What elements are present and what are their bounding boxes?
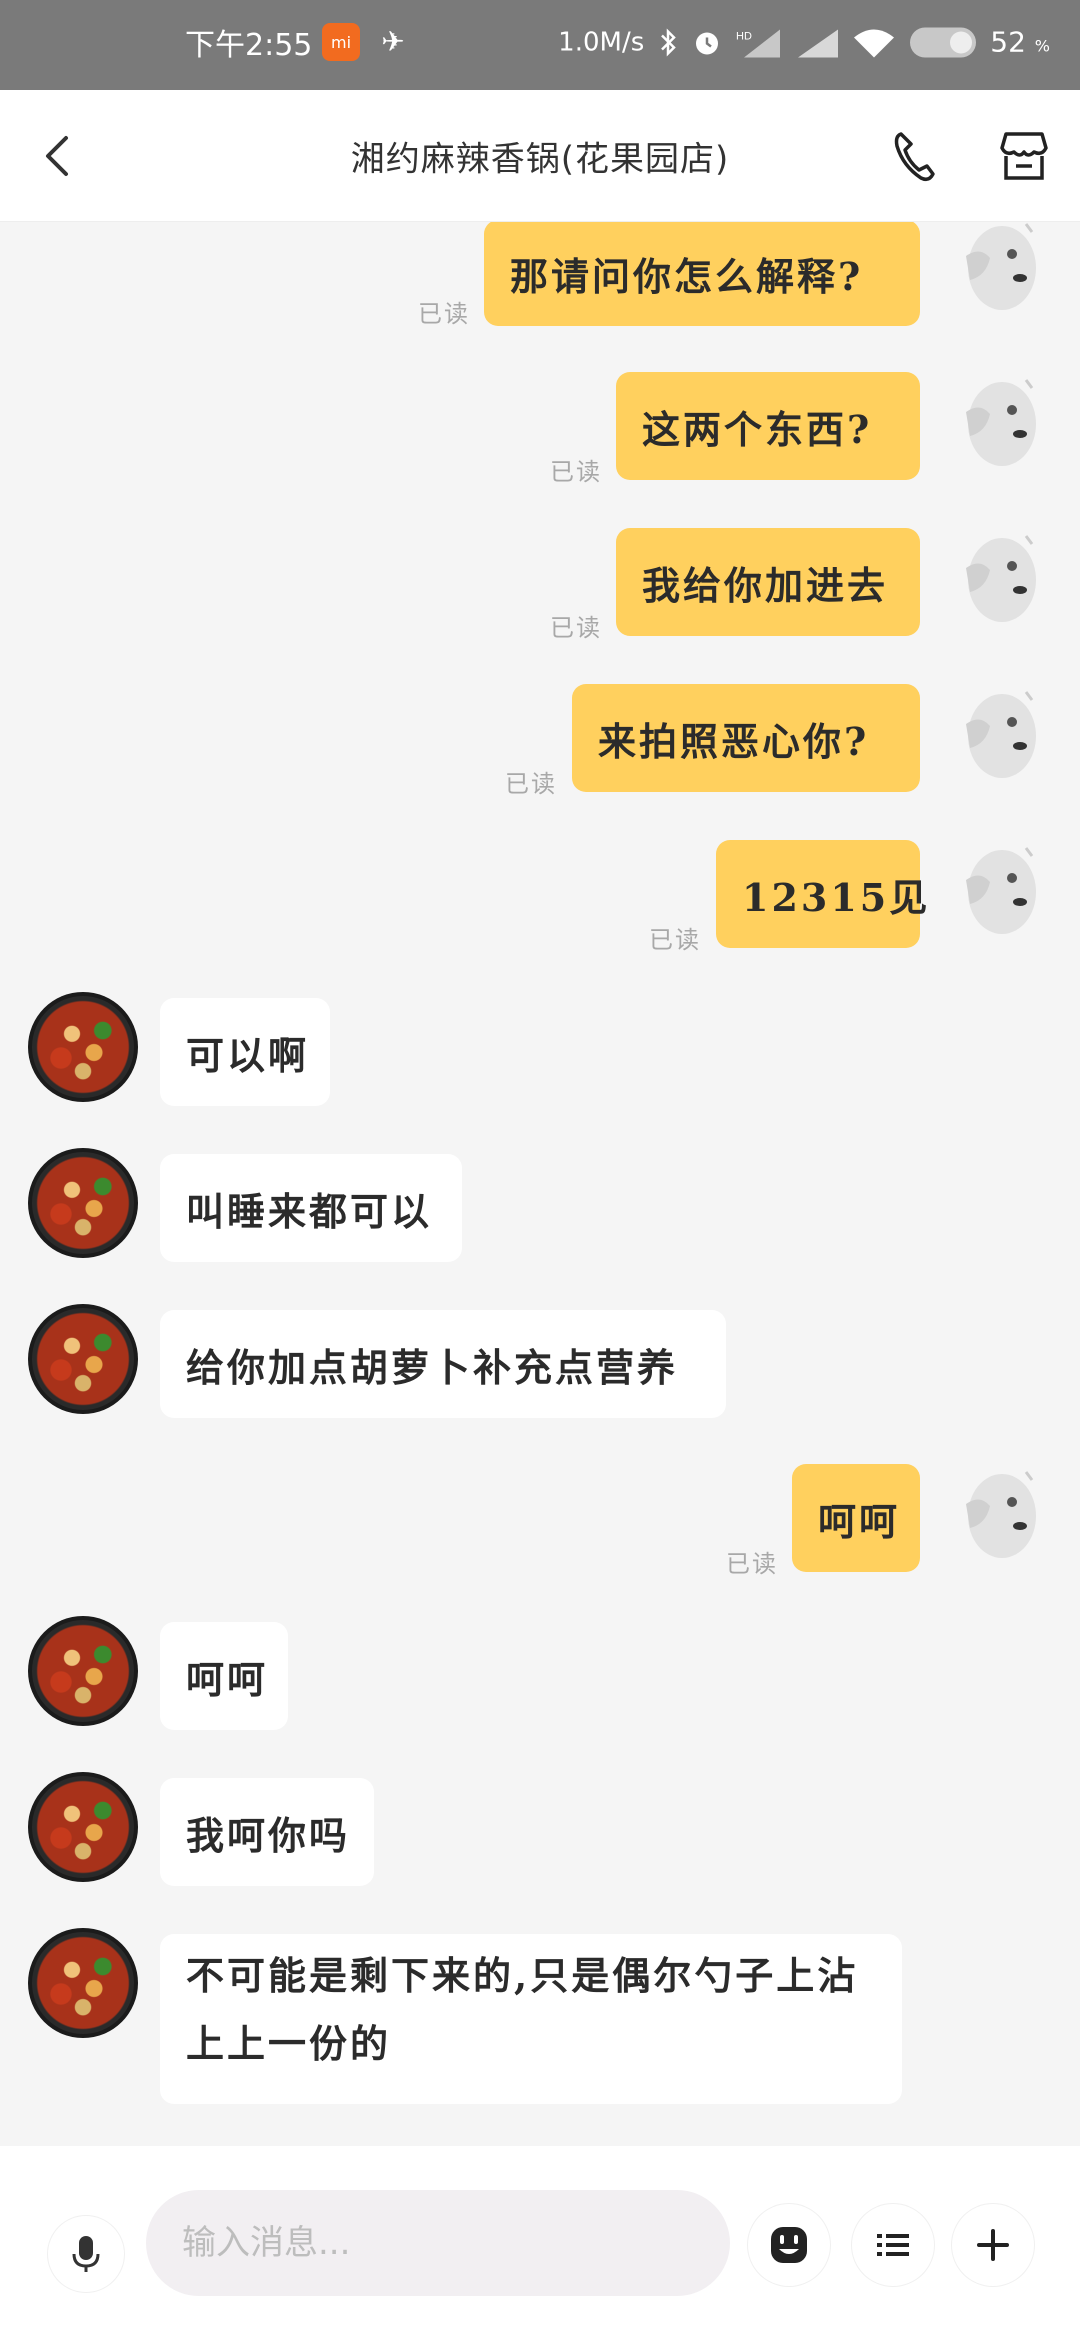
microphone-icon [72, 2236, 100, 2272]
message-bubble-outgoing[interactable]: 那请问你怎么解释? [484, 222, 920, 326]
message-bubble-outgoing[interactable]: 来拍照恶心你? [572, 684, 920, 792]
signal-icon [798, 29, 839, 57]
message-bubble-outgoing[interactable]: 12315见 [716, 840, 927, 948]
message-row-incoming: 可以啊 [0, 992, 1080, 1106]
message-bubble-outgoing[interactable]: 我给你加进去 [616, 528, 920, 636]
user-avatar[interactable] [940, 840, 1046, 946]
status-indicators: 1.0M/s HD 52 % [558, 26, 1050, 59]
status-bar: 下午2:55 mi ✈ 1.0M/s HD 52 % [0, 0, 1080, 90]
read-status: 已读 [418, 300, 470, 328]
bluetooth-icon [661, 27, 677, 57]
message-row-incoming: 给你加点胡萝卜补充点营养 [0, 1304, 1080, 1418]
read-status: 已读 [550, 614, 602, 642]
svg-text:HD: HD [736, 30, 752, 42]
shop-avatar[interactable] [28, 1928, 138, 2038]
shop-avatar[interactable] [28, 1616, 138, 1726]
store-icon[interactable] [994, 126, 1054, 186]
read-status: 已读 [505, 770, 557, 798]
message-row-incoming: 叫睡来都可以 [0, 1148, 1080, 1262]
user-avatar[interactable] [940, 528, 1046, 634]
menu-list-button[interactable] [852, 2204, 934, 2286]
message-row-incoming: 不可能是剩下来的,只是偶尔勺子上沾上上一份的 [0, 1928, 1080, 2104]
wifi-icon [854, 29, 895, 57]
message-bubble-incoming[interactable]: 叫睡来都可以 [160, 1154, 462, 1262]
read-status: 已读 [550, 458, 602, 486]
shop-avatar[interactable] [28, 1304, 138, 1414]
message-bubble-incoming[interactable]: 不可能是剩下来的,只是偶尔勺子上沾上上一份的 [160, 1934, 902, 2104]
voice-button[interactable] [48, 2216, 124, 2292]
message-row-outgoing: 已读 来拍照恶心你? [0, 684, 1080, 798]
more-button[interactable] [952, 2204, 1034, 2286]
read-status: 已读 [649, 926, 701, 954]
phone-icon[interactable] [885, 126, 941, 186]
emoji-button[interactable] [748, 2204, 830, 2286]
mi-app-icon: mi [322, 23, 360, 61]
message-bubble-incoming[interactable]: 可以啊 [160, 998, 330, 1106]
message-row-outgoing: 已读 我给你加进去 [0, 528, 1080, 642]
bird-app-icon: ✈ [381, 25, 405, 58]
battery-percent: 52 % [990, 25, 1050, 59]
user-avatar[interactable] [940, 684, 1046, 790]
shop-avatar[interactable] [28, 992, 138, 1102]
user-avatar[interactable] [940, 222, 1046, 322]
message-bubble-incoming[interactable]: 给你加点胡萝卜补充点营养 [160, 1310, 726, 1418]
plus-icon [977, 2229, 1009, 2261]
message-row-incoming: 我呵你吗 [0, 1772, 1080, 1886]
hd-signal-icon: HD [736, 29, 781, 57]
list-icon [877, 2234, 909, 2256]
alarm-icon [696, 32, 719, 54]
battery-toggle-icon [910, 27, 977, 57]
user-avatar[interactable] [940, 1464, 1046, 1570]
smiley-icon [771, 2227, 807, 2263]
chat-header: 湘约麻辣香锅(花果园店) [0, 90, 1080, 222]
shop-avatar[interactable] [28, 1772, 138, 1882]
message-row-outgoing: 已读 那请问你怎么解释? [0, 222, 1080, 328]
shop-avatar[interactable] [28, 1148, 138, 1258]
message-bubble-outgoing[interactable]: 这两个东西? [616, 372, 920, 480]
message-input-bar [0, 2146, 1080, 2340]
message-bubble-outgoing[interactable]: 呵呵 [792, 1464, 920, 1572]
message-row-incoming: 呵呵 [0, 1616, 1080, 1730]
message-bubble-incoming[interactable]: 呵呵 [160, 1622, 288, 1730]
network-speed: 1.0M/s [558, 27, 645, 57]
message-row-outgoing: 已读 12315见 [0, 840, 1080, 954]
read-status: 已读 [726, 1550, 778, 1578]
message-row-outgoing: 已读 这两个东西? [0, 372, 1080, 486]
message-row-outgoing: 已读 呵呵 [0, 1464, 1080, 1578]
message-bubble-incoming[interactable]: 我呵你吗 [160, 1778, 374, 1886]
status-time: 下午2:55 [185, 28, 313, 63]
chat-message-list[interactable]: 已读 那请问你怎么解释? 已读 这两个东西? 已读 我给你加进去 已读 来拍照恶… [0, 222, 1080, 2144]
user-avatar[interactable] [940, 372, 1046, 478]
message-input[interactable] [146, 2190, 730, 2296]
